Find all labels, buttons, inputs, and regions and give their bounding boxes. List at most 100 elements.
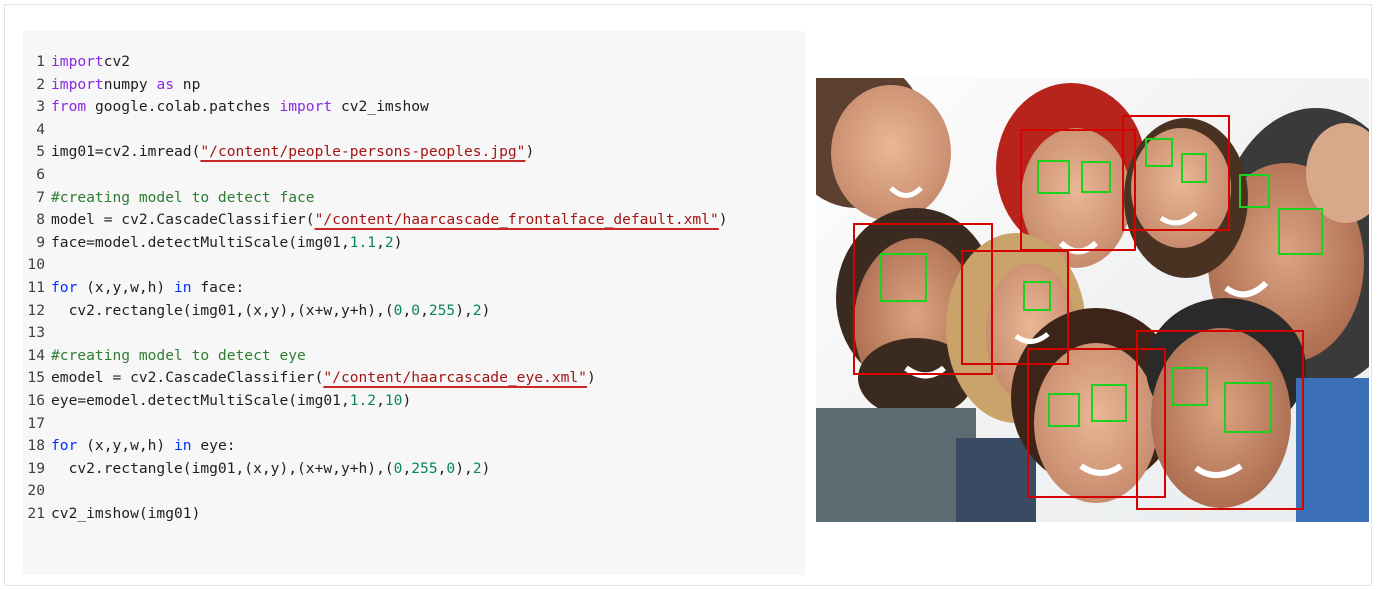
code-token: eye=emodel.detectMultiScale(img01, <box>51 391 350 409</box>
line-number: 14 <box>27 346 45 364</box>
code-token: ) <box>525 143 535 161</box>
code-line[interactable]: 13 <box>23 322 805 345</box>
code-token: , <box>420 301 429 319</box>
code-token: , <box>376 391 385 409</box>
line-number: 5 <box>36 143 45 161</box>
code-token: as <box>156 75 175 93</box>
code-token: ) <box>718 211 728 229</box>
code-token: 2 <box>472 459 482 477</box>
line-number: 13 <box>27 324 45 342</box>
code-token: "/content/people-persons-peoples.jpg" <box>200 143 526 161</box>
code-line[interactable]: 6 <box>23 164 805 187</box>
code-token: for <box>51 437 78 455</box>
code-line[interactable]: 4 <box>23 119 805 142</box>
line-number: 7 <box>36 188 45 206</box>
code-token: cv2 <box>103 53 131 70</box>
line-number: 15 <box>27 369 45 387</box>
code-token: ) <box>586 369 596 387</box>
code-token: in <box>174 278 192 296</box>
code-token: from <box>51 98 87 116</box>
code-line[interactable]: 12 cv2.rectangle(img01,(x,y),(x+w,y+h),(… <box>23 300 805 323</box>
code-token: ) <box>481 301 491 319</box>
code-token: import <box>51 75 104 93</box>
code-token: eye: <box>191 437 236 455</box>
code-token: numpy <box>103 75 157 93</box>
code-line[interactable]: 17 <box>23 413 805 436</box>
output-image <box>816 78 1369 522</box>
line-number: 9 <box>36 233 45 251</box>
line-number: 1 <box>36 53 45 70</box>
code-token: 2 <box>472 301 482 319</box>
code-token: cv2_imshow <box>332 98 429 116</box>
code-token: , <box>402 301 412 319</box>
code-line[interactable]: 5 img01=cv2.imread("/content/people-perso… <box>23 141 805 164</box>
code-token: google.colab.patches <box>86 98 280 116</box>
code-line[interactable]: 18 for (x,y,w,h) in eye: <box>23 435 805 458</box>
code-editor[interactable]: 1 importcv2 2 importnumpy as np 3 from google… <box>23 31 805 575</box>
code-token: (x,y,w,h) <box>77 278 175 296</box>
code-line[interactable]: 15 emodel = cv2.CascadeClassifier("/conte… <box>23 367 805 390</box>
code-token: in <box>174 437 192 455</box>
code-token: "/content/haarcascade_frontalface_defaul… <box>314 211 719 229</box>
code-token: 2 <box>384 233 394 251</box>
code-line[interactable]: 2 importnumpy as np <box>23 74 805 97</box>
line-number: 6 <box>36 165 45 183</box>
code-token: #creating model to detect face <box>51 188 315 206</box>
line-number: 18 <box>27 437 45 455</box>
line-number: 2 <box>36 75 45 93</box>
code-token: "/content/haarcascade_eye.xml" <box>323 369 587 387</box>
code-token: , <box>402 459 412 477</box>
code-token: emodel = cv2.CascadeClassifier( <box>51 369 324 387</box>
code-token: import <box>51 53 104 70</box>
code-token: ), <box>455 301 473 319</box>
code-line[interactable]: 1 importcv2 <box>23 51 805 74</box>
line-number: 4 <box>36 120 45 138</box>
code-token: for <box>51 278 78 296</box>
code-token: #creating model to detect eye <box>51 346 306 364</box>
line-number: 11 <box>27 278 45 296</box>
code-token: cv2.rectangle(img01,(x,y),(x+w,y+h),( <box>51 301 394 319</box>
code-token: 0 <box>446 459 456 477</box>
code-token: (x,y,w,h) <box>77 437 175 455</box>
line-number: 16 <box>27 391 45 409</box>
code-token: cv2.rectangle(img01,(x,y),(x+w,y+h),( <box>51 459 394 477</box>
code-line[interactable]: 10 <box>23 254 805 277</box>
line-number: 21 <box>27 504 45 522</box>
notebook-cell: 1 importcv2 2 importnumpy as np 3 from google… <box>4 4 1372 586</box>
line-number: 17 <box>27 414 45 432</box>
code-token: cv2_imshow(img01) <box>51 504 201 522</box>
code-line[interactable]: 11 for (x,y,w,h) in face: <box>23 277 805 300</box>
code-token: face=model.detectMultiScale(img01, <box>51 233 350 251</box>
code-token: ) <box>393 233 403 251</box>
code-line[interactable]: 19 cv2.rectangle(img01,(x,y),(x+w,y+h),(… <box>23 458 805 481</box>
code-line[interactable]: 20 <box>23 480 805 503</box>
code-lines: 1 importcv2 2 importnumpy as np 3 from google… <box>23 51 805 525</box>
line-number: 12 <box>27 301 45 319</box>
code-token: 255 <box>411 459 438 477</box>
code-token: 1.1 <box>349 233 377 251</box>
code-line[interactable]: 14 #creating model to detect eye <box>23 345 805 368</box>
code-token: , <box>376 233 385 251</box>
line-number: 20 <box>27 482 45 500</box>
code-line[interactable]: 7 #creating model to detect face <box>23 187 805 210</box>
code-token: 255 <box>428 301 456 319</box>
code-token: img01=cv2.imread( <box>51 143 201 161</box>
code-token: 0 <box>411 301 421 319</box>
code-token: np <box>174 75 201 93</box>
line-number: 8 <box>36 211 45 229</box>
line-number: 10 <box>27 256 45 274</box>
code-token: import <box>279 98 333 116</box>
code-token: model = cv2.CascadeClassifier( <box>51 211 315 229</box>
code-line[interactable]: 16 eye=emodel.detectMultiScale(img01,1.2,… <box>23 390 805 413</box>
code-line[interactable]: 9 face=model.detectMultiScale(img01,1.1,2… <box>23 232 805 255</box>
code-token: ) <box>481 459 491 477</box>
line-number: 19 <box>27 459 45 477</box>
code-line[interactable]: 3 from google.colab.patches import cv2_im… <box>23 96 805 119</box>
code-token: 1.2 <box>349 391 377 409</box>
code-token: 10 <box>384 391 403 409</box>
code-token: ), <box>455 459 473 477</box>
code-line[interactable]: 8 model = cv2.CascadeClassifier("/content… <box>23 209 805 232</box>
line-number: 3 <box>36 98 45 116</box>
code-token: face: <box>191 278 245 296</box>
code-line[interactable]: 21 cv2_imshow(img01) <box>23 503 805 526</box>
